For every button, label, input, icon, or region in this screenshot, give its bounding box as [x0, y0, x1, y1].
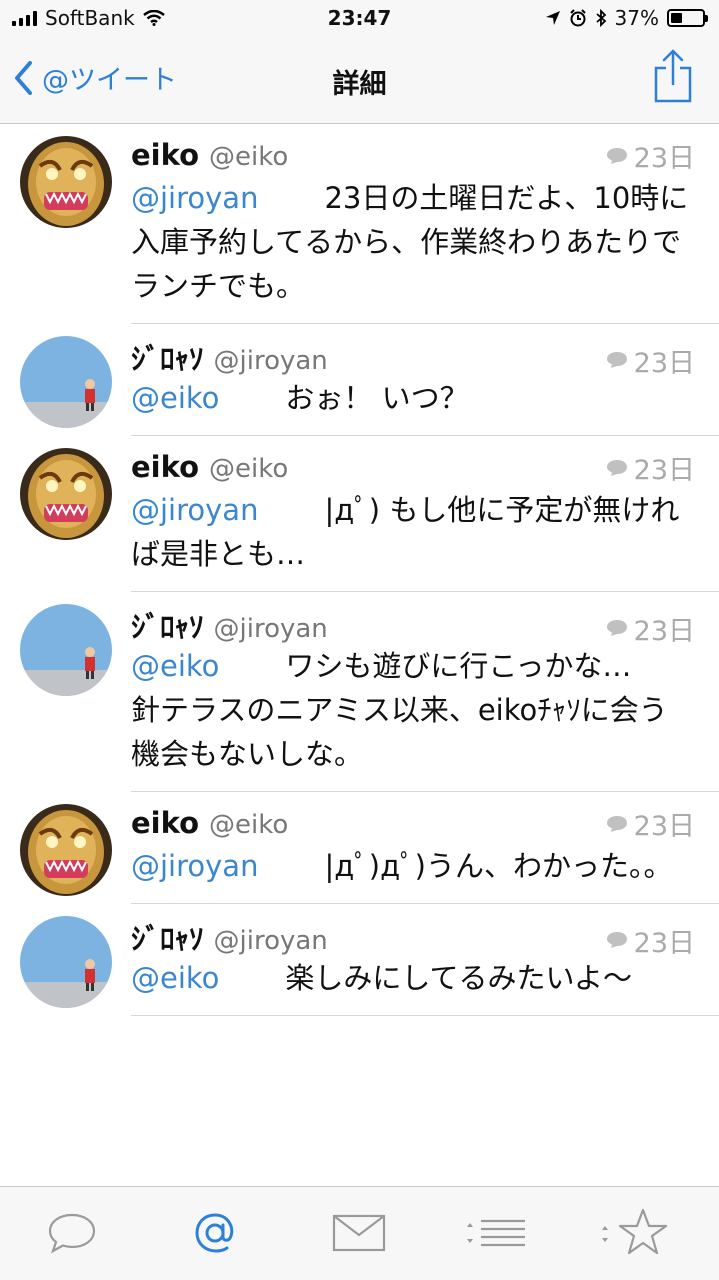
tweet-body: @jiroyan |дﾟ)дﾟ)うん、わかった。。 [131, 844, 695, 888]
mention-link[interactable]: @jiroyan [131, 849, 258, 883]
tweet-text: |дﾟ)дﾟ)うん、わかった。。 [324, 849, 673, 883]
avatar[interactable] [20, 336, 112, 428]
avatar[interactable] [20, 604, 112, 696]
status-right: 37% [545, 6, 708, 30]
person-wall-avatar-icon [20, 336, 112, 428]
tweet-text: おぉ！ いつ？ [285, 381, 469, 415]
divider [131, 1015, 719, 1016]
tweet-text: 楽しみにしてるみたいよ〜 [285, 961, 632, 995]
avatar[interactable] [20, 136, 112, 228]
reply-bubble-icon [606, 459, 627, 476]
mention-link[interactable]: @jiroyan [131, 493, 258, 527]
alarm-icon [569, 9, 586, 27]
reply-bubble-icon [606, 147, 627, 164]
tweet-date: 23日 [633, 927, 695, 959]
demon-mask-avatar-icon [20, 448, 112, 540]
mail-icon [332, 1214, 386, 1252]
at-sign-icon [195, 1213, 234, 1253]
bluetooth-icon [595, 9, 606, 27]
user-handle: @eiko [209, 141, 289, 172]
user-name: ｼﾞﾛｬｿ [131, 342, 204, 376]
user-handle: @jiroyan [213, 614, 328, 644]
speech-bubble-icon [48, 1213, 96, 1254]
user-name: ｼﾞﾛｬｿ [131, 922, 204, 956]
tweet-body: @jiroyan |дﾟ) もし他に予定が無ければ是非とも… [131, 488, 695, 576]
tweet-list[interactable]: eiko @eiko 23日 @jiroyan 23日の土曜日だよ、10時に入庫予… [0, 124, 719, 1186]
reply-bubble-icon [606, 352, 627, 368]
tab-messages[interactable] [324, 1205, 394, 1261]
battery-percent: 37% [614, 6, 659, 30]
demon-mask-avatar-icon [20, 804, 112, 896]
tweet-body: @eiko おぉ！ いつ？ [131, 376, 695, 420]
tab-mentions[interactable] [180, 1205, 250, 1261]
mention-link[interactable]: @eiko [131, 381, 219, 415]
list-icon [467, 1219, 525, 1247]
reply-bubble-icon [606, 815, 627, 832]
mention-link[interactable]: @eiko [131, 649, 219, 683]
demon-mask-avatar-icon [20, 136, 112, 228]
reply-bubble-icon [606, 620, 627, 636]
user-handle: @jiroyan [213, 926, 328, 956]
tweet-date: 23日 [633, 615, 695, 647]
status-bar: SoftBank 23:47 37% [0, 0, 719, 40]
avatar[interactable] [20, 448, 112, 540]
person-wall-avatar-icon [20, 604, 112, 696]
user-name: ｼﾞﾛｬｿ [131, 610, 204, 644]
tweet-body: @jiroyan 23日の土曜日だよ、10時に入庫予約してるから、作業終わりあたり… [131, 176, 695, 308]
user-handle: @eiko [209, 809, 289, 840]
battery-icon [667, 9, 708, 27]
tab-timeline[interactable] [37, 1205, 107, 1261]
tab-lists[interactable] [460, 1205, 530, 1261]
mention-link[interactable]: @eiko [131, 961, 219, 995]
user-name: eiko [131, 449, 200, 484]
tweet-item[interactable]: ｼﾞﾛｬｿ @jiroyan 23日 @eiko おぉ！ いつ？ [0, 324, 719, 436]
tab-bar [0, 1186, 719, 1280]
avatar[interactable] [20, 804, 112, 896]
share-button[interactable] [653, 48, 693, 108]
location-arrow-icon [545, 11, 560, 25]
person-wall-avatar-icon [20, 916, 112, 1008]
tweet-date: 23日 [633, 811, 695, 842]
tweet-body: @eiko ワシも遊びに行こっかな… 針テラスのニアミス以来、eikoﾁｬｿに会う… [131, 644, 695, 776]
tweet-date: 23日 [633, 347, 695, 379]
tab-favorites[interactable] [600, 1205, 670, 1261]
user-handle: @eiko [209, 453, 289, 484]
mention-link[interactable]: @jiroyan [131, 181, 258, 215]
reply-bubble-icon [606, 932, 627, 948]
tweet-item[interactable]: ｼﾞﾛｬｿ @jiroyan 23日 @eiko ワシも遊びに行こっかな… 針テラ… [0, 592, 719, 792]
nav-bar: @ツイート 詳細 [0, 40, 719, 124]
share-icon [654, 49, 692, 103]
user-name: eiko [131, 137, 200, 172]
user-name: eiko [131, 805, 200, 840]
tweet-date: 23日 [633, 143, 695, 174]
tweet-item[interactable]: eiko @eiko 23日 @jiroyan 23日の土曜日だよ、10時に入庫予… [0, 124, 719, 324]
tweet-item[interactable]: eiko @eiko 23日 @jiroyan |дﾟ) もし他に予定が無ければ是… [0, 436, 719, 592]
user-handle: @jiroyan [213, 346, 328, 376]
tweet-item[interactable]: ｼﾞﾛｬｿ @jiroyan 23日 @eiko 楽しみにしてるみたいよ〜 [0, 904, 719, 1016]
tweet-item[interactable]: eiko @eiko 23日 @jiroyan |дﾟ)дﾟ)うん、わかった。。 [0, 792, 719, 904]
tweet-date: 23日 [633, 455, 695, 486]
star-icon [602, 1208, 668, 1255]
tweet-body: @eiko 楽しみにしてるみたいよ〜 [131, 956, 695, 1000]
avatar[interactable] [20, 916, 112, 1008]
page-title: 詳細 [332, 69, 387, 100]
